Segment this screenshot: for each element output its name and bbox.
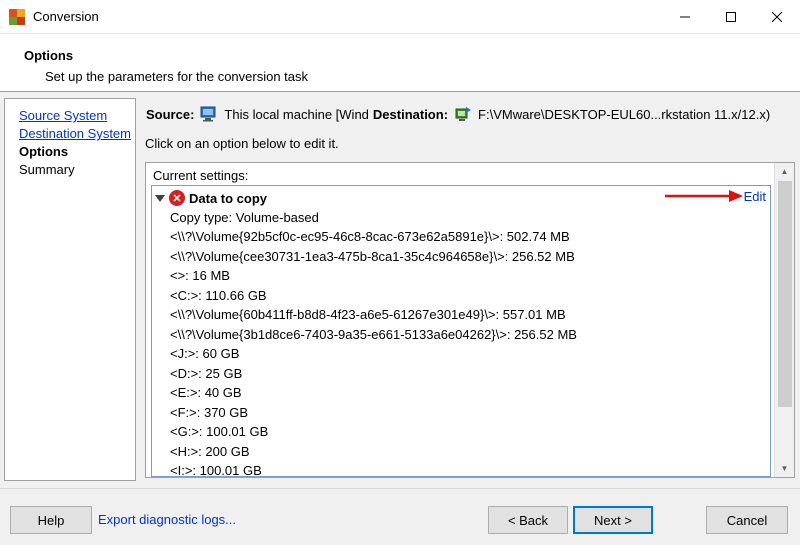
settings-caption: Current settings: [153, 168, 249, 183]
list-item: <\\?\Volume{60b411ff-b8d8-4f23-a6e5-6126… [170, 307, 566, 322]
list-item: <\\?\Volume{3b1d8ce6-7403-9a35-e661-5133… [170, 327, 577, 342]
vertical-scrollbar[interactable]: ▲ ▼ [774, 163, 794, 477]
maximize-button[interactable] [708, 0, 754, 34]
red-arrow-icon [665, 190, 743, 202]
page-subtitle: Set up the parameters for the conversion… [45, 69, 309, 84]
step-summary: Summary [19, 162, 75, 177]
maximize-icon [726, 12, 736, 22]
list-item: <J:>: 60 GB [170, 346, 240, 361]
scroll-down-arrow-icon[interactable]: ▼ [775, 460, 794, 477]
minimize-icon [680, 16, 690, 18]
destination-value: F:\VMware\DESKTOP-EUL60...rkstation 11.x… [478, 106, 771, 122]
back-button[interactable]: < Back [488, 506, 568, 534]
minimize-button[interactable] [662, 0, 708, 34]
list-item: <F:>: 370 GB [170, 405, 249, 420]
edit-link[interactable]: Edit [744, 189, 766, 204]
title-bar: Conversion [0, 0, 800, 34]
source-label: Source: [146, 106, 195, 122]
destination-label: Destination: [372, 106, 449, 122]
list-item: <\\?\Volume{92b5cf0c-ec95-46c8-8cac-673e… [170, 229, 570, 244]
scroll-up-arrow-icon[interactable]: ▲ [775, 163, 794, 180]
help-button[interactable]: Help [10, 506, 92, 534]
list-item: <C:>: 110.66 GB [170, 288, 267, 303]
step-destination-system[interactable]: Destination System [19, 126, 131, 141]
source-value: This local machine [Wind [224, 106, 369, 122]
list-item: Copy type: Volume-based [170, 210, 319, 225]
window-title: Conversion [33, 9, 99, 24]
list-item: <H:>: 200 GB [170, 444, 250, 459]
converter-app-icon [9, 8, 25, 25]
section-title: Data to copy [189, 190, 268, 206]
vm-transfer-icon [454, 106, 472, 122]
step-options: Options [19, 144, 69, 159]
step-source-system[interactable]: Source System [19, 108, 107, 123]
list-item: <\\?\Volume{cee30731-1ea3-475b-8ca1-35c4… [170, 249, 575, 264]
list-item: <G:>: 100.01 GB [170, 424, 269, 439]
next-button[interactable]: Next > [573, 506, 653, 534]
list-item: <I:>: 100.01 GB [170, 463, 262, 477]
wizard-footer: Help Export diagnostic logs... < Back Ne… [0, 488, 800, 545]
cancel-button[interactable]: Cancel [706, 506, 788, 534]
list-item: <E:>: 40 GB [170, 385, 242, 400]
wizard-steps-panel: Source System Destination System Options… [4, 98, 136, 481]
computer-icon [200, 106, 218, 122]
settings-list[interactable]: ✕ Data to copy Edit Copy type: Volume-ba… [151, 185, 771, 477]
page-title: Options [24, 48, 74, 63]
close-icon [772, 12, 782, 22]
close-button[interactable] [754, 0, 800, 34]
error-icon: ✕ [169, 190, 185, 206]
scrollbar-thumb[interactable] [778, 181, 792, 407]
list-item: <D:>: 25 GB [170, 366, 243, 381]
export-diagnostic-logs-link[interactable]: Export diagnostic logs... [98, 512, 236, 527]
data-to-copy-header[interactable]: ✕ Data to copy [155, 188, 267, 208]
source-destination-line: Source: This local machine [Wind Destina… [146, 104, 770, 124]
current-settings-panel: Current settings: ✕ Data to copy Edit Co… [145, 162, 795, 478]
instruction-text: Click on an option below to edit it. [145, 136, 339, 151]
list-item: <>: 16 MB [170, 268, 230, 283]
wizard-header: Options Set up the parameters for the co… [0, 34, 800, 92]
expand-triangle-icon[interactable] [155, 194, 165, 202]
